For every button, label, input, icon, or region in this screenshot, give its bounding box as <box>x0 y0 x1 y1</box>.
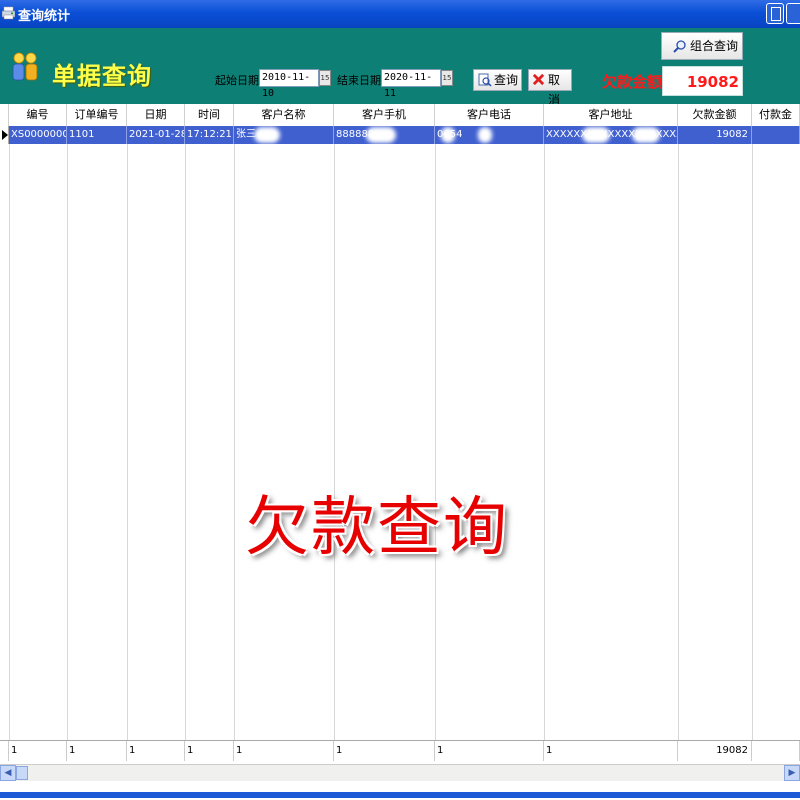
cell-paid[interactable] <box>752 126 800 144</box>
start-calendar-icon[interactable]: 15 <box>319 70 331 86</box>
column-header[interactable]: 客户电话 <box>435 104 544 126</box>
grid-header: 编号 订单编号 日期 时间 客户名称 客户手机 客户电话 客户地址 欠款金额 付… <box>0 104 800 127</box>
footer-cell: 1 <box>127 741 185 761</box>
footer-cell: 1 <box>67 741 127 761</box>
page-title: 单据查询 <box>52 61 152 90</box>
scroll-thumb[interactable] <box>16 766 28 780</box>
cancel-button[interactable]: 取消 <box>528 69 572 107</box>
start-date-field[interactable]: 2010-11-10 <box>259 69 319 99</box>
end-date-field[interactable]: 2020-11-11 <box>381 69 441 99</box>
grid-line <box>9 144 10 740</box>
grid-line <box>67 144 68 740</box>
minimize-button[interactable] <box>766 3 784 24</box>
cell-date[interactable]: 2021-01-28 <box>127 126 185 144</box>
grid-line <box>544 144 545 740</box>
column-header[interactable]: 欠款金额 <box>678 104 752 126</box>
combo-query-label: 组合查询 <box>690 39 739 53</box>
column-header[interactable]: 客户名称 <box>234 104 334 126</box>
redaction-blob <box>478 127 492 143</box>
grid-header-corner <box>0 104 9 126</box>
grid-line <box>678 144 679 740</box>
column-header[interactable]: 编号 <box>9 104 67 126</box>
column-header[interactable]: 客户手机 <box>334 104 435 126</box>
cell-id[interactable]: XS00000001 <box>9 126 67 144</box>
column-header[interactable]: 订单编号 <box>67 104 127 126</box>
footer-cell <box>752 741 800 761</box>
scroll-right-icon[interactable]: ▶ <box>784 765 800 781</box>
window-bottom-border <box>0 781 800 800</box>
start-date-label: 起始日期 <box>215 74 259 87</box>
grid-line <box>435 144 436 740</box>
redaction-blob <box>582 127 610 143</box>
grid-line <box>234 144 235 740</box>
maximize-button[interactable] <box>786 3 800 24</box>
redaction-blob <box>441 127 455 143</box>
query-button-label: 查询 <box>494 73 519 87</box>
column-header[interactable]: 付款金 <box>752 104 800 126</box>
column-header[interactable]: 时间 <box>185 104 234 126</box>
grid-footer-row: 1 1 1 1 1 1 1 1 19082 <box>0 740 800 761</box>
cell-time[interactable]: 17:12:21 <box>185 126 234 144</box>
query-button[interactable]: 查询 <box>473 69 522 91</box>
debt-amount-value: 19082 <box>662 66 743 96</box>
combo-query-button[interactable]: 组合查询 <box>661 32 743 60</box>
end-date-label: 结束日期 <box>337 74 381 87</box>
debt-amount-label: 欠款金额 <box>602 73 663 91</box>
footer-cell: 1 <box>234 741 334 761</box>
column-header[interactable]: 日期 <box>127 104 185 126</box>
column-header[interactable]: 客户地址 <box>544 104 678 126</box>
footer-cell: 1 <box>334 741 435 761</box>
printer-icon <box>2 6 15 20</box>
row-indicator[interactable] <box>0 126 9 144</box>
window-titlebar: 查询统计 <box>0 0 800 28</box>
row-pointer-icon <box>2 130 8 140</box>
horizontal-scrollbar[interactable]: ◀ ▶ <box>0 764 800 782</box>
footer-cell: 1 <box>9 741 67 761</box>
footer-cell: 1 <box>544 741 678 761</box>
end-calendar-icon[interactable]: 15 <box>441 70 453 86</box>
redaction-blob <box>632 127 660 143</box>
grid-line <box>127 144 128 740</box>
redaction-blob <box>254 127 280 143</box>
users-icon <box>12 52 38 81</box>
cell-debt[interactable]: 19082 <box>678 126 752 144</box>
scroll-left-icon[interactable]: ◀ <box>0 765 16 781</box>
cell-customer-name[interactable]: 张三 <box>234 126 334 144</box>
footer-cell <box>0 741 9 761</box>
footer-cell: 1 <box>435 741 544 761</box>
grid-line <box>752 144 753 740</box>
redaction-blob <box>366 127 396 143</box>
footer-cell-debt-total: 19082 <box>678 741 752 761</box>
search-icon <box>673 40 686 53</box>
watermark-text: 欠款查询 <box>245 491 509 565</box>
grid-line <box>334 144 335 740</box>
search-doc-icon <box>478 73 492 87</box>
table-row[interactable]: XS00000001 1101 2021-01-28 17:12:21 张三 8… <box>0 126 800 144</box>
cell-order-no[interactable]: 1101 <box>67 126 127 144</box>
close-icon <box>532 73 545 86</box>
grid-line <box>185 144 186 740</box>
results-grid[interactable]: 编号 订单编号 日期 时间 客户名称 客户手机 客户电话 客户地址 欠款金额 付… <box>0 104 800 764</box>
window-title: 查询统计 <box>18 9 71 24</box>
footer-cell: 1 <box>185 741 234 761</box>
